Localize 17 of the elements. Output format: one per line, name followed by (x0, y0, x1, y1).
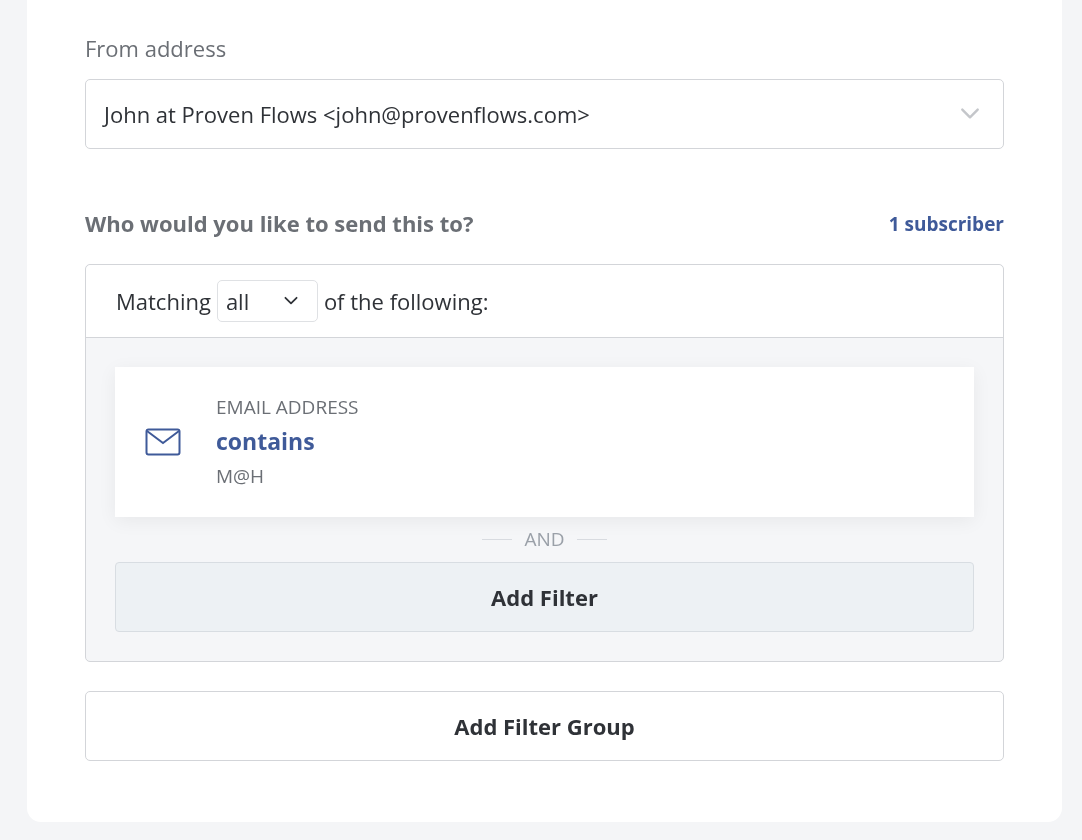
matching-suffix: of the following: (323, 284, 489, 318)
filter-card[interactable]: EMAIL ADDRESS contains M@H (115, 367, 974, 517)
and-separator: AND (524, 525, 565, 554)
add-filter-group-button[interactable]: Add Filter Group (85, 691, 1004, 761)
subscriber-count-link[interactable]: 1 subscriber (888, 209, 1004, 240)
add-filter-button[interactable]: Add Filter (115, 562, 974, 632)
chevron-down-icon (959, 107, 981, 121)
filter-operator: contains (216, 424, 316, 459)
chevron-down-icon (282, 296, 299, 306)
from-address-label: From address (85, 32, 228, 65)
filter-field: EMAIL ADDRESS (216, 393, 359, 421)
match-mode-select[interactable]: all (216, 280, 318, 322)
from-address-select[interactable]: John at Proven Flows <john@provenflows.com> (85, 79, 1004, 149)
filter-value: M@H (216, 462, 266, 491)
envelope-icon (145, 428, 181, 456)
matching-label: Matching (116, 284, 211, 318)
recipients-label: Who would you like to send this to? (85, 207, 474, 240)
